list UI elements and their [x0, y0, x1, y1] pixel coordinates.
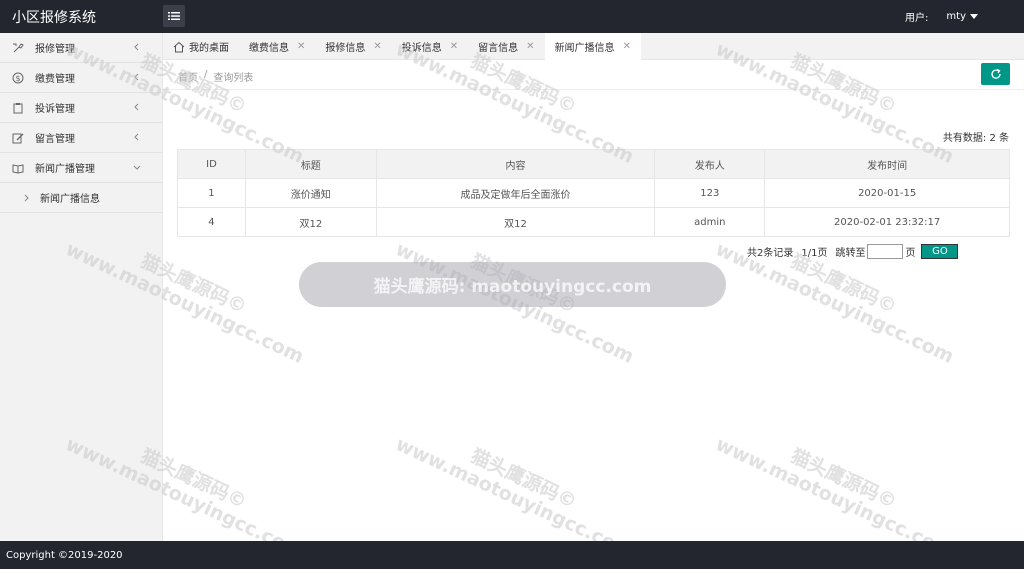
table-cell: 4 [177, 207, 246, 237]
tab-label: 缴费信息 [249, 43, 289, 54]
tab-label: 我的桌面 [189, 43, 229, 54]
breadcrumb-separator: / [204, 69, 208, 80]
chevron-left-icon [134, 43, 139, 51]
breadcrumb-home-link[interactable]: 首页 [178, 69, 198, 84]
pagination: 共2条记录 1/1页 跳转至 页 GO [747, 244, 959, 259]
chevron-left-icon [134, 103, 139, 111]
sidebar-item-label: 投诉管理 [35, 104, 75, 115]
tab-news[interactable]: 新闻广播信息 ✕ [544, 33, 641, 60]
tab-repair[interactable]: 报修信息 ✕ [315, 33, 391, 60]
table-cell: 成品及定做年后全面涨价 [375, 178, 656, 208]
pager-jump-label: 跳转至 [835, 248, 866, 259]
sidebar-subitem-news-info[interactable]: 新闻广播信息 [0, 183, 162, 213]
chevron-left-icon [134, 133, 139, 141]
sidebar-subitem-label: 新闻广播信息 [40, 194, 100, 205]
user-menu[interactable]: mty [946, 11, 978, 22]
table-cell: 2020-01-15 [764, 178, 1010, 208]
tab-desktop[interactable]: 我的桌面 [163, 33, 239, 60]
column-header: 标题 [244, 149, 377, 179]
table-cell: 涨价通知 [244, 178, 377, 208]
sidebar-item-message[interactable]: 留言管理 [0, 123, 162, 153]
column-header: ID [177, 149, 246, 179]
record-count: 共有数据: 2 条 [942, 133, 1009, 144]
sidebar-item-label: 新闻广播管理 [35, 164, 95, 175]
top-header: 小区报修系统 用户: mty [0, 0, 1024, 33]
user-area: 用户: mty [905, 9, 978, 24]
pager-records: 共2条记录 [747, 248, 794, 259]
sidebar-item-news[interactable]: 新闻广播管理 [0, 153, 162, 183]
column-header: 内容 [375, 149, 656, 179]
table-cell: admin [654, 207, 766, 237]
page-jump-input[interactable] [867, 244, 904, 259]
list-icon [168, 12, 180, 20]
table-cell: 123 [654, 178, 766, 208]
svg-text:$: $ [15, 74, 20, 83]
pager-pages: 1/1页 [801, 248, 828, 259]
dollar-icon: $ [12, 72, 24, 84]
sidebar-item-label: 缴费管理 [35, 74, 75, 85]
app-title: 小区报修系统 [12, 10, 96, 26]
sidebar-item-label: 留言管理 [35, 134, 75, 145]
pager-page-suffix: 页 [905, 248, 916, 259]
column-header: 发布时间 [764, 149, 1010, 179]
watermark: 猫头鹰源码© www.maotouyingcc.com [392, 238, 638, 368]
table-cell: 2020-02-01 23:32:17 [764, 207, 1010, 237]
tab-complaint[interactable]: 投诉信息 ✕ [392, 33, 468, 60]
go-button[interactable]: GO [921, 244, 959, 259]
tab-label: 新闻广播信息 [554, 43, 615, 54]
user-label: 用户: [905, 13, 929, 24]
sidebar-item-repair[interactable]: 报修管理 [0, 33, 162, 63]
chevron-down-icon [133, 165, 141, 170]
sidebar-item-payment[interactable]: $ 缴费管理 [0, 63, 162, 93]
menu-toggle-button[interactable] [163, 5, 185, 27]
breadcrumb-bar: 首页 / 查询列表 [163, 60, 1024, 90]
sidebar: 报修管理 $ 缴费管理 投诉管理 留言管理 新闻广播管理 新闻广播信息 [0, 33, 163, 541]
close-icon[interactable]: ✕ [450, 41, 458, 52]
news-table: ID 标题 内容 发布人 发布时间 1 涨价通知 成品及定做年后全面涨价 123… [177, 149, 1010, 237]
close-icon[interactable]: ✕ [526, 41, 534, 52]
user-name: mty [946, 11, 966, 22]
clipboard-icon [12, 102, 24, 114]
refresh-button[interactable] [981, 63, 1010, 85]
table-row[interactable]: 4 双12 双12 admin 2020-02-01 23:32:17 [177, 207, 1010, 237]
watermark: 猫头鹰源码© www.maotouyingcc.com [712, 238, 958, 368]
breadcrumb: 首页 / 查询列表 [178, 69, 253, 84]
caret-down-icon [970, 14, 978, 19]
home-icon [173, 41, 185, 52]
watermark-banner: 猫头鹰源码: maotouyingcc.com [299, 262, 726, 307]
edit-icon [12, 132, 24, 144]
wrench-icon [12, 42, 24, 54]
tab-message[interactable]: 留言信息 ✕ [468, 33, 544, 60]
close-icon[interactable]: ✕ [373, 41, 381, 52]
chevron-right-icon [24, 194, 29, 201]
chevron-left-icon [134, 73, 139, 81]
table-cell: 双12 [375, 207, 656, 237]
table-cell: 双12 [244, 207, 377, 237]
close-icon[interactable]: ✕ [623, 41, 631, 52]
tab-label: 留言信息 [478, 43, 519, 54]
tab-label: 报修信息 [325, 43, 366, 54]
table-header-row: ID 标题 内容 发布人 发布时间 [177, 149, 1010, 179]
tab-bar: 我的桌面 缴费信息 ✕ 报修信息 ✕ 投诉信息 ✕ 留言信息 ✕ 新闻广播信息 … [163, 33, 1024, 60]
tab-payment[interactable]: 缴费信息 ✕ [239, 33, 315, 60]
sidebar-item-label: 报修管理 [35, 44, 75, 55]
sidebar-item-complaint[interactable]: 投诉管理 [0, 93, 162, 123]
close-icon[interactable]: ✕ [297, 41, 305, 52]
book-icon [12, 162, 24, 174]
table-cell: 1 [177, 178, 246, 208]
breadcrumb-current: 查询列表 [213, 73, 254, 84]
tab-label: 投诉信息 [401, 43, 442, 54]
column-header: 发布人 [654, 149, 766, 179]
table-row[interactable]: 1 涨价通知 成品及定做年后全面涨价 123 2020-01-15 [177, 178, 1010, 208]
footer-copyright: Copyright ©2019-2020 [0, 541, 1024, 569]
refresh-icon [990, 68, 1001, 79]
